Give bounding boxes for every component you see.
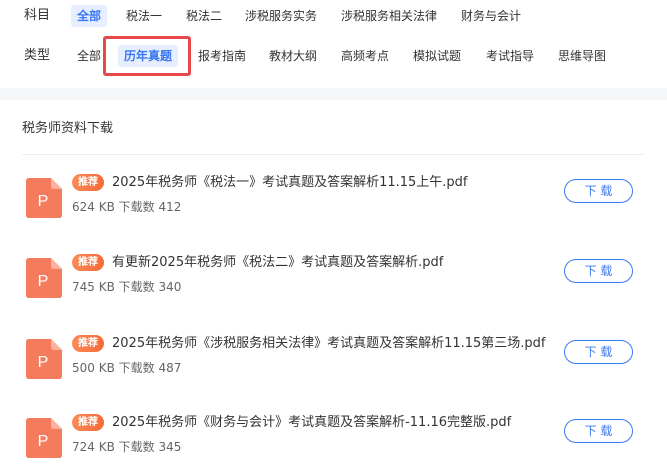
pdf-file-icon-glyph: P — [38, 193, 49, 210]
file-row: P 推荐 2025年税务师《税法一》考试真题及答案解析11.15上午.pdf 6… — [0, 172, 667, 232]
file-name-link[interactable]: 2025年税务师《财务与会计》考试真题及答案解析-11.16完整版.pdf — [112, 413, 511, 433]
file-name-link[interactable]: 有更新2025年税务师《税法二》考试真题及答案解析.pdf — [112, 253, 443, 273]
type-chip-exam-guide[interactable]: 报考指南 — [192, 45, 252, 67]
subject-filter-label: 科目 — [24, 8, 51, 23]
type-chip-all[interactable]: 全部 — [71, 45, 107, 67]
file-size: 500 KB — [72, 361, 115, 375]
subject-chip-tax-law-2[interactable]: 税法二 — [180, 5, 228, 27]
recommend-badge: 推荐 — [72, 335, 104, 352]
file-name-link[interactable]: 2025年税务师《税法一》考试真题及答案解析11.15上午.pdf — [112, 173, 468, 193]
subject-chip-tax-service-practice[interactable]: 涉税服务实务 — [239, 5, 323, 27]
type-chip-mock-tests[interactable]: 模拟试题 — [407, 45, 467, 67]
subject-filter-row: 科目 全部 税法一 税法二 涉税服务实务 涉税服务相关法律 财务与会计 — [0, 4, 667, 28]
active-type-highlight — [103, 36, 191, 76]
pdf-file-icon: P — [26, 178, 62, 218]
file-name-link[interactable]: 2025年税务师《涉税服务相关法律》考试真题及答案解析11.15第三场.pdf — [112, 334, 546, 354]
download-button[interactable]: 下 载 — [564, 419, 633, 443]
type-chip-mind-maps[interactable]: 思维导图 — [552, 45, 612, 67]
section-divider — [22, 154, 644, 155]
file-meta: 724 KB 下载数 345 — [72, 438, 181, 456]
download-count: 下载数 487 — [118, 361, 182, 375]
file-meta: 745 KB 下载数 340 — [72, 278, 181, 296]
file-row: P 推荐 2025年税务师《涉税服务相关法律》考试真题及答案解析11.15第三场… — [0, 333, 667, 393]
pdf-file-icon: P — [26, 418, 62, 458]
subject-chip-tax-related-law[interactable]: 涉税服务相关法律 — [335, 5, 443, 27]
pdf-file-icon-glyph: P — [38, 354, 49, 371]
recommend-badge: 推荐 — [72, 254, 104, 271]
type-chip-textbook-outline[interactable]: 教材大纲 — [263, 45, 323, 67]
subject-chip-all[interactable]: 全部 — [71, 5, 108, 27]
type-filter-row: 类型 全部 历年真题 报考指南 教材大纲 高频考点 模拟试题 考试指导 思维导图 — [0, 44, 667, 68]
pdf-file-icon-glyph: P — [38, 433, 49, 450]
download-count: 下载数 345 — [118, 440, 182, 454]
download-count: 下载数 340 — [118, 280, 182, 294]
recommend-badge: 推荐 — [72, 174, 104, 191]
download-button[interactable]: 下 载 — [564, 179, 633, 203]
type-filter-label: 类型 — [24, 48, 51, 63]
file-size: 724 KB — [72, 440, 115, 454]
download-count: 下载数 412 — [118, 200, 182, 214]
file-size: 745 KB — [72, 280, 115, 294]
type-chip-exam-guidance[interactable]: 考试指导 — [480, 45, 540, 67]
file-meta: 624 KB 下载数 412 — [72, 198, 181, 216]
file-row: P 推荐 有更新2025年税务师《税法二》考试真题及答案解析.pdf 745 K… — [0, 252, 667, 312]
subject-chip-tax-law-1[interactable]: 税法一 — [120, 5, 168, 27]
pdf-file-icon: P — [26, 339, 62, 379]
pdf-file-icon-glyph: P — [38, 273, 49, 290]
download-button[interactable]: 下 载 — [564, 259, 633, 283]
section-title: 税务师资料下载 — [22, 121, 114, 136]
file-row: P 推荐 2025年税务师《财务与会计》考试真题及答案解析-11.16完整版.p… — [0, 412, 667, 469]
file-size: 624 KB — [72, 200, 115, 214]
pdf-file-icon: P — [26, 258, 62, 298]
subject-chip-finance-accounting[interactable]: 财务与会计 — [455, 5, 527, 27]
file-meta: 500 KB 下载数 487 — [72, 359, 181, 377]
type-chip-key-points[interactable]: 高频考点 — [335, 45, 395, 67]
download-button[interactable]: 下 载 — [564, 340, 633, 364]
recommend-badge: 推荐 — [72, 414, 104, 431]
